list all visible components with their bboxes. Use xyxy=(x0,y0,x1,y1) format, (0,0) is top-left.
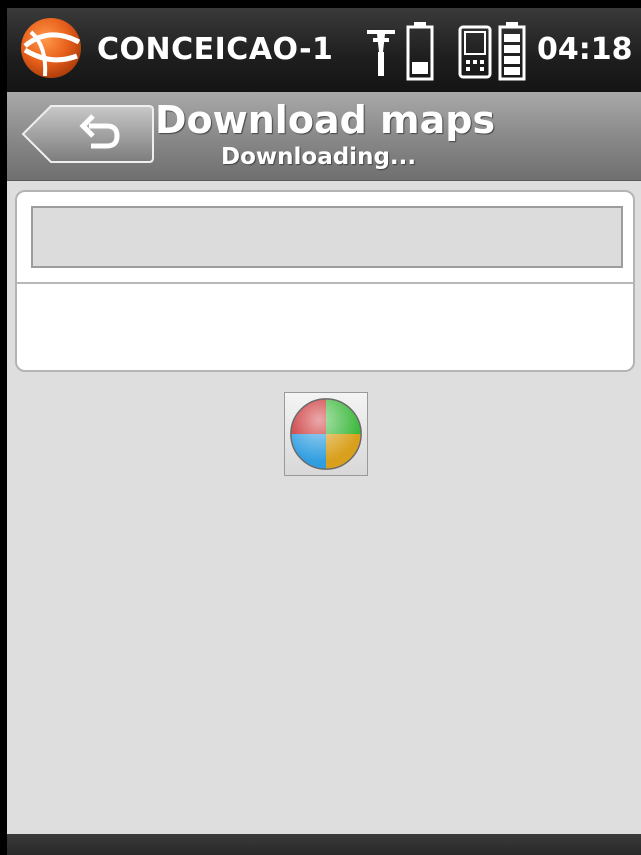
page-title: Download maps xyxy=(155,98,496,142)
controller-icon xyxy=(458,25,492,79)
page-header: Download maps Downloading... xyxy=(7,92,641,181)
download-panel xyxy=(15,190,635,372)
busy-wait-icon xyxy=(284,392,368,476)
back-button[interactable] xyxy=(21,104,155,164)
gps-antenna-icon xyxy=(367,30,395,76)
download-progress-bar xyxy=(31,206,623,268)
receiver-battery-icon xyxy=(406,22,434,81)
page-subtitle: Downloading... xyxy=(221,144,417,170)
app-logo-icon[interactable] xyxy=(19,16,83,80)
app-frame: CONCEICAO-1 04:18 Download maps Download… xyxy=(7,8,641,855)
bottom-bar xyxy=(7,834,641,855)
controller-battery-icon xyxy=(498,22,526,81)
panel-divider xyxy=(17,282,633,284)
device-name: CONCEICAO-1 xyxy=(97,32,334,67)
clock[interactable]: 04:18 xyxy=(537,32,633,67)
status-bar: CONCEICAO-1 04:18 xyxy=(7,8,641,92)
